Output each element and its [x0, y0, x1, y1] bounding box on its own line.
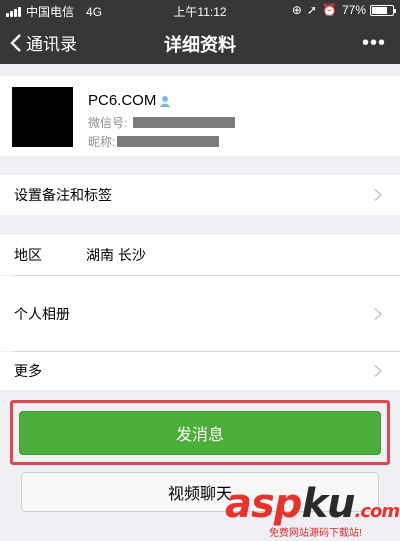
- avatar[interactable]: [12, 87, 73, 147]
- profile-card: PC6.COM 微信号: 昵称:: [0, 76, 400, 156]
- more-options-icon[interactable]: •••: [362, 32, 386, 55]
- battery-percent: 77%: [341, 3, 366, 17]
- contact-person-icon: [159, 95, 171, 107]
- watermark-ku: ku: [301, 481, 355, 527]
- profile-name-row: PC6.COM: [88, 92, 171, 109]
- battery-fill: [372, 6, 388, 14]
- more-label: 更多: [14, 363, 42, 379]
- alarm-icon: ⏰: [322, 3, 337, 17]
- wechat-id-row: 微信号:: [88, 114, 236, 131]
- watermark-logo: aspku.com 免费网站源码下载站!: [225, 482, 400, 541]
- region-row: 地区 湖南 长沙: [0, 235, 400, 275]
- status-right: ⊕ ➚ ⏰ 77%: [287, 3, 396, 17]
- remark-tags-row[interactable]: 设置备注和标签: [0, 175, 400, 215]
- chevron-right-icon: [374, 307, 382, 320]
- rotation-lock-icon: ⊕: [291, 3, 302, 17]
- watermark-asp: asp: [225, 481, 302, 527]
- chevron-right-icon: [374, 188, 382, 202]
- nickname-row: 昵称:: [88, 133, 220, 150]
- wechat-id-redacted: [133, 117, 236, 128]
- page-title: 详细资料: [164, 35, 236, 55]
- nav-bar: 通讯录 详细资料 •••: [0, 20, 400, 64]
- chevron-right-icon: [374, 364, 382, 378]
- highlight-box: [10, 400, 390, 465]
- remark-tags-label: 设置备注和标签: [14, 187, 112, 203]
- nickname-label: 昵称:: [88, 135, 116, 149]
- status-bar: 中国电信 4G 上午11:12 ⊕ ➚ ⏰ 77%: [0, 0, 400, 20]
- watermark-tagline: 免费网站源码下载站!: [269, 528, 362, 539]
- watermark-com: com: [360, 501, 400, 522]
- battery-icon: [370, 4, 396, 16]
- region-value: 湖南 长沙: [86, 247, 146, 263]
- location-icon: ➚: [306, 3, 318, 17]
- profile-name: PC6.COM: [88, 92, 157, 109]
- region-label: 地区: [14, 247, 42, 263]
- more-row[interactable]: 更多: [0, 352, 400, 390]
- nickname-redacted: [117, 136, 220, 147]
- wechat-id-label: 微信号:: [88, 116, 128, 130]
- album-label: 个人相册: [14, 305, 70, 322]
- album-row[interactable]: 个人相册: [0, 276, 400, 351]
